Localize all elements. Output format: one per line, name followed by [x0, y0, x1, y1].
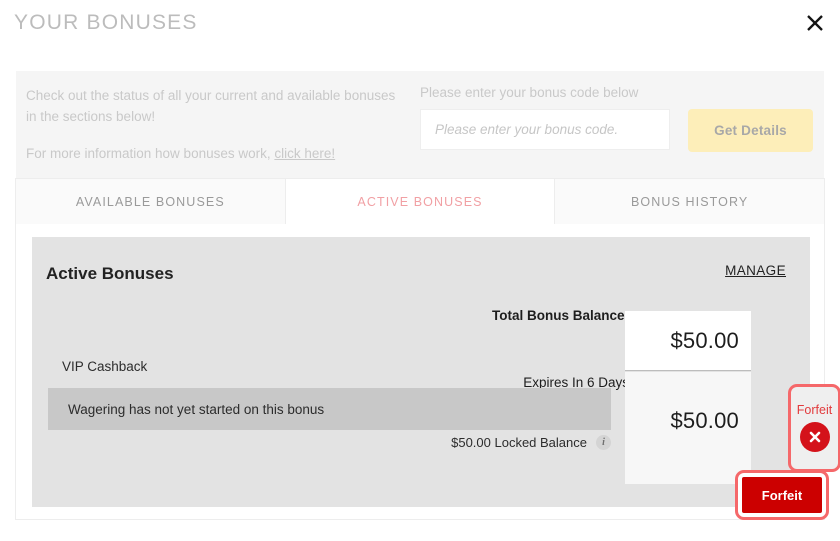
- bonus-tabs: AVAILABLE BONUSES ACTIVE BONUSES BONUS H…: [15, 178, 826, 225]
- info-strip: Check out the status of all your current…: [16, 71, 824, 178]
- active-bonuses-card: Active Bonuses MANAGE Total Bonus Balanc…: [15, 224, 840, 520]
- info-paragraph-2: For more information how bonuses work, c…: [26, 143, 406, 164]
- panel-title: Active Bonuses: [46, 264, 174, 283]
- your-bonuses-modal: YOUR BONUSES Check out the status of all…: [0, 0, 840, 541]
- bonus-balance-value: $50.00: [670, 408, 739, 433]
- bonus-code-row: Get Details: [420, 109, 815, 152]
- forfeit-icon-button[interactable]: Forfeit: [788, 384, 840, 472]
- bonus-code-label: Please enter your bonus code below: [420, 85, 639, 100]
- forfeit-button[interactable]: Forfeit: [742, 477, 822, 513]
- get-details-button[interactable]: Get Details: [688, 109, 813, 152]
- wagering-progress-bar: Wagering has not yet started on this bon…: [48, 388, 611, 430]
- info-icon[interactable]: i: [596, 435, 611, 450]
- forfeit-button-highlight: Forfeit: [735, 470, 829, 520]
- wagering-status-text: Wagering has not yet started on this bon…: [68, 401, 325, 417]
- total-bonus-balance-value: $50.00: [670, 327, 739, 353]
- tab-bonus-history[interactable]: BONUS HISTORY: [554, 178, 826, 225]
- page-title: YOUR BONUSES: [14, 11, 198, 34]
- tab-active-bonuses[interactable]: ACTIVE BONUSES: [284, 178, 555, 225]
- bonus-name: VIP Cashback: [62, 359, 148, 374]
- modal-header: YOUR BONUSES: [0, 0, 840, 52]
- locked-balance-text: $50.00 Locked Balance: [451, 435, 587, 450]
- forfeit-icon-label: Forfeit: [796, 403, 833, 418]
- total-bonus-balance-box: $50.00: [625, 311, 751, 371]
- info-paragraph-2-prefix: For more information how bonuses work,: [26, 146, 275, 161]
- locked-balance-row: $50.00 Locked Balance i: [48, 435, 611, 450]
- info-paragraph-1: Check out the status of all your current…: [26, 88, 396, 124]
- more-info-link[interactable]: click here!: [274, 146, 335, 161]
- manage-link[interactable]: MANAGE: [725, 263, 786, 278]
- tab-available-bonuses[interactable]: AVAILABLE BONUSES: [15, 178, 285, 225]
- close-circle-icon: [799, 421, 830, 452]
- bonus-code-block: Please enter your bonus code below Get D…: [420, 84, 815, 152]
- active-bonuses-panel: Active Bonuses MANAGE Total Bonus Balanc…: [32, 237, 840, 507]
- bonus-code-input[interactable]: [420, 109, 670, 150]
- bonus-balance-box: $50.00: [625, 372, 751, 484]
- close-icon[interactable]: [798, 6, 832, 40]
- info-description: Check out the status of all your current…: [26, 85, 406, 164]
- total-bonus-balance-label: Total Bonus Balance:: [491, 308, 629, 323]
